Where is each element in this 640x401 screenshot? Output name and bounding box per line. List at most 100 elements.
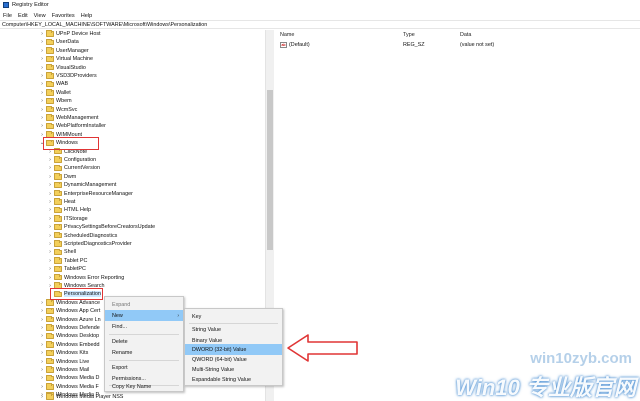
menu-favorites[interactable]: Favorites (52, 13, 75, 19)
submenu-item-string-value[interactable]: String Value (185, 324, 282, 335)
chevron-right-icon[interactable]: › (46, 207, 54, 213)
chevron-right-icon[interactable]: › (38, 39, 46, 45)
tree-item[interactable]: › Windows App Cert (38, 307, 100, 315)
tree-item[interactable]: › Wallet (38, 89, 71, 97)
chevron-right-icon[interactable]: › (46, 165, 54, 171)
chevron-right-icon[interactable]: › (38, 317, 46, 323)
tree-item[interactable]: › CurrentVersion (46, 164, 100, 172)
scrollbar-thumb[interactable] (267, 90, 273, 250)
menu-item-expand[interactable]: Expand (105, 299, 183, 310)
tree-item[interactable]: › UserManager (38, 47, 89, 55)
chevron-right-icon[interactable]: › (46, 233, 54, 239)
chevron-right-icon[interactable]: › (38, 325, 46, 331)
menu-item-find[interactable]: Find... (105, 321, 183, 332)
chevron-right-icon[interactable]: › (38, 90, 46, 96)
menu-item-new[interactable]: New › (105, 310, 183, 321)
tree-item[interactable]: › ITStorage (46, 215, 88, 223)
column-data-header[interactable]: Data (460, 32, 471, 38)
tree-item[interactable]: › HTML Help (46, 206, 91, 214)
tree-item[interactable]: › Windows Kits (38, 349, 88, 357)
address-bar[interactable]: Computer\HKEY_LOCAL_MACHINE\SOFTWARE\Mic… (0, 20, 640, 29)
menu-help[interactable]: Help (81, 13, 93, 19)
chevron-right-icon[interactable]: › (38, 107, 46, 113)
tree-item[interactable]: › Windows Media F (38, 383, 99, 391)
column-type-header[interactable]: Type (403, 32, 415, 38)
chevron-right-icon[interactable]: › (46, 216, 54, 222)
chevron-right-icon[interactable]: › (46, 157, 54, 163)
column-name-header[interactable]: Name (280, 32, 294, 38)
context-menu: Expand New › Find... Delete Rename Export… (104, 296, 184, 392)
tree-item[interactable]: › Windows Media Player NSS (38, 393, 123, 401)
tree-item[interactable]: › UPnP Device Host (38, 30, 101, 38)
tree-item[interactable]: › Windows Live (38, 358, 89, 366)
tree-item[interactable]: › Windows Defende (38, 324, 100, 332)
value-row-default[interactable]: ab (Default) (280, 41, 310, 49)
chevron-right-icon[interactable]: › (38, 73, 46, 79)
chevron-right-icon[interactable]: › (38, 48, 46, 54)
chevron-right-icon[interactable]: › (38, 359, 46, 365)
chevron-right-icon[interactable]: › (38, 115, 46, 121)
tree-item[interactable]: › Virtual Machine (38, 55, 93, 63)
chevron-right-icon[interactable]: › (46, 258, 54, 264)
chevron-right-icon[interactable]: › (38, 98, 46, 104)
chevron-right-icon[interactable]: › (46, 224, 54, 230)
tree-item[interactable]: › PrivacySettingsBeforeCreatorsUpdate (46, 223, 155, 231)
menu-item-copy-key-name[interactable]: Copy Key Name (105, 381, 183, 392)
chevron-right-icon[interactable]: › (38, 31, 46, 37)
tree-item[interactable]: › Heat (46, 198, 75, 206)
tree-item[interactable]: › Configuration (46, 156, 96, 164)
folder-icon (46, 80, 54, 88)
chevron-right-icon[interactable]: › (46, 241, 54, 247)
chevron-right-icon[interactable]: › (46, 266, 54, 272)
tree-item[interactable]: › WebPlatformInstaller (38, 122, 106, 130)
chevron-right-icon[interactable]: › (38, 123, 46, 129)
chevron-right-icon[interactable]: › (46, 199, 54, 205)
tree-item[interactable]: › VSD3DProviders (38, 72, 97, 80)
tree-item[interactable]: › Dwm (46, 173, 76, 181)
menu-item-rename[interactable]: Rename (105, 347, 183, 358)
submenu-item-key[interactable]: Key (185, 311, 282, 322)
chevron-right-icon[interactable]: › (46, 249, 54, 255)
tree-item[interactable]: › ScheduledDiagnostics (46, 232, 117, 240)
tree-item[interactable]: › Wbem (38, 97, 72, 105)
chevron-right-icon[interactable]: › (38, 333, 46, 339)
chevron-right-icon[interactable]: › (38, 367, 46, 373)
tree-item[interactable]: › VisualStudio (38, 64, 86, 72)
chevron-right-icon[interactable]: › (38, 350, 46, 356)
chevron-right-icon[interactable]: › (46, 182, 54, 188)
menu-item-delete[interactable]: Delete (105, 336, 183, 347)
tree-item[interactable]: › Tablet PC (46, 257, 87, 265)
chevron-right-icon[interactable]: › (38, 342, 46, 348)
chevron-right-icon[interactable]: › (46, 174, 54, 180)
tree-item[interactable]: › Windows Embedd (38, 341, 99, 349)
chevron-right-icon[interactable]: › (38, 56, 46, 62)
chevron-right-icon[interactable]: › (38, 81, 46, 87)
chevron-right-icon[interactable]: › (46, 275, 54, 281)
tree-item[interactable]: › EnterpriseResourceManager (46, 190, 133, 198)
tree-item[interactable]: › Windows Media D (38, 374, 99, 382)
chevron-right-icon[interactable]: › (38, 65, 46, 71)
tree-item[interactable]: › WAB (38, 80, 68, 88)
tree-item[interactable]: › Shell (46, 248, 76, 256)
tree-item[interactable]: › WebManagement (38, 114, 98, 122)
menu-item-export[interactable]: Export (105, 362, 183, 373)
tree-item[interactable]: › Windows Azure Ln (38, 316, 101, 324)
menu-edit[interactable]: Edit (18, 13, 28, 19)
tree-item[interactable]: › ScriptedDiagnosticsProvider (46, 240, 132, 248)
tree-item[interactable]: › TabletPC (46, 265, 86, 273)
tree-item[interactable]: › WcmSvc (38, 106, 77, 114)
menu-view[interactable]: View (34, 13, 46, 19)
tree-item[interactable]: › UserData (38, 38, 79, 46)
chevron-right-icon[interactable]: › (38, 300, 46, 306)
tree-item[interactable]: › DynamicManagement (46, 181, 116, 189)
menu-file[interactable]: File (3, 13, 12, 19)
chevron-right-icon[interactable]: › (38, 384, 46, 390)
submenu-item-expandable-string-value[interactable]: Expandable String Value (185, 374, 282, 385)
chevron-right-icon[interactable]: › (38, 308, 46, 314)
chevron-right-icon[interactable]: › (38, 375, 46, 381)
chevron-right-icon[interactable]: › (38, 394, 46, 400)
tree-item[interactable]: › Windows Desktop (38, 332, 99, 340)
tree-item[interactable]: › Windows Mail (38, 366, 89, 374)
tree-item[interactable]: › Windows Error Reporting (46, 274, 124, 282)
chevron-right-icon[interactable]: › (46, 191, 54, 197)
